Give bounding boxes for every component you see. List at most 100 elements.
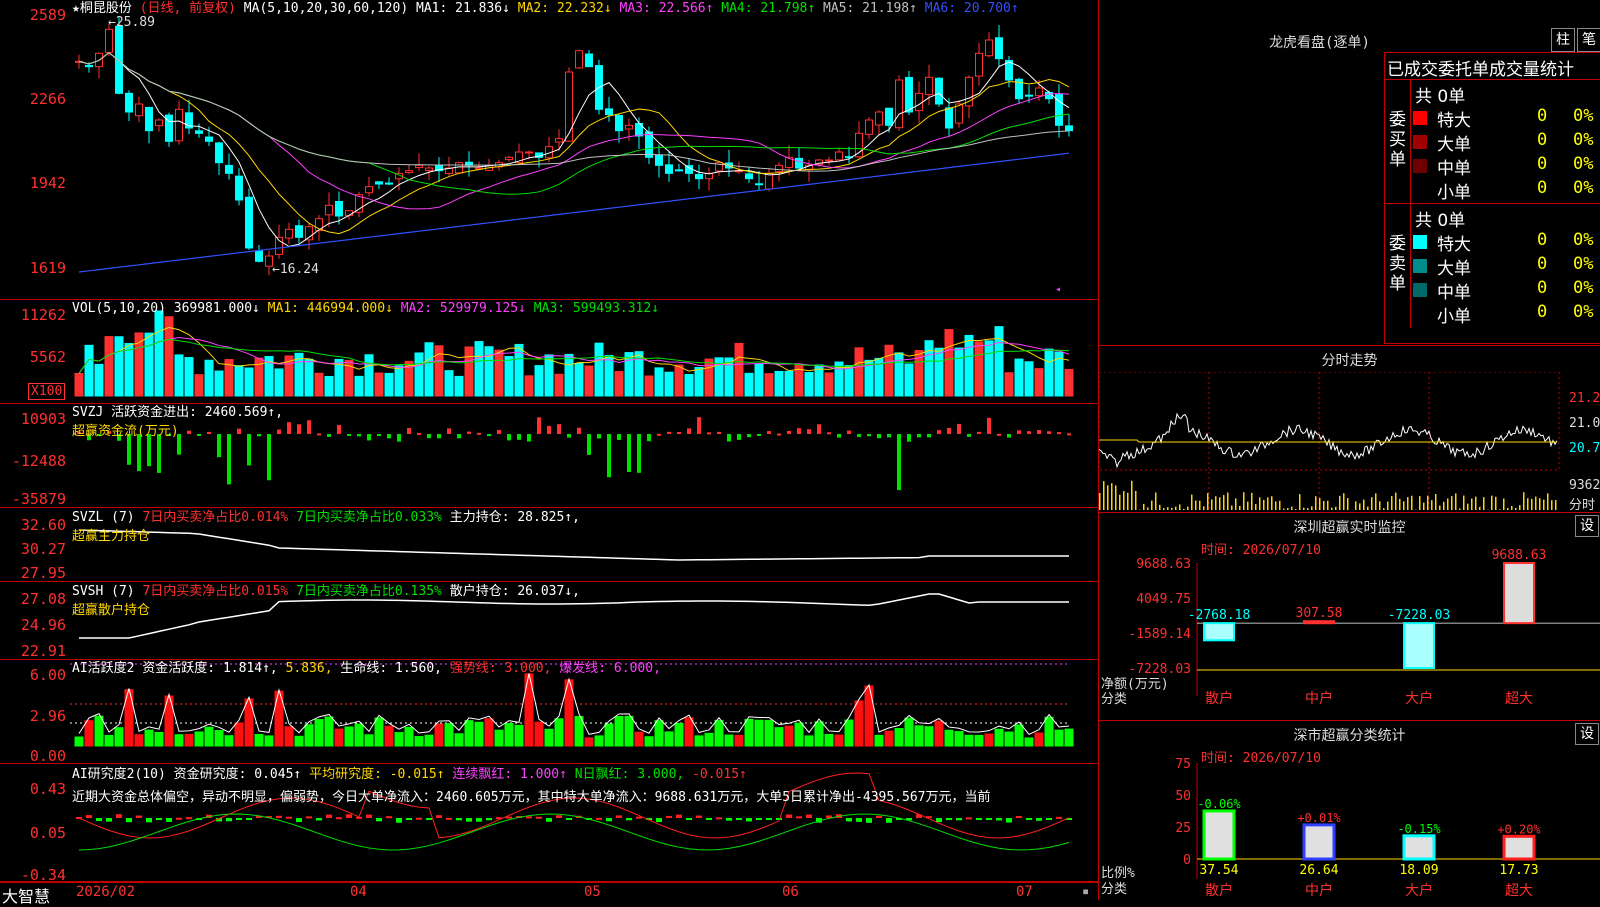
flow-bar xyxy=(547,426,551,434)
ai2-red: 连续飘红: 1.000↑ xyxy=(452,767,567,782)
fs-vol-bar xyxy=(1239,506,1241,510)
svzj-axis-1: 10903 xyxy=(0,412,70,427)
flow-bar xyxy=(287,422,291,434)
activity-bar xyxy=(825,734,833,746)
period-label[interactable]: (日线, 前复权) xyxy=(140,1,236,16)
research-bar xyxy=(756,818,762,820)
fs-vol-bar xyxy=(1471,499,1473,510)
activity-bar xyxy=(965,735,973,746)
monitor-panel[interactable]: 深圳超赢实时监控 设 时间: 2026/07/10 9688.634049.75… xyxy=(1098,512,1600,720)
flow-bar xyxy=(997,434,1001,436)
volume-panel[interactable]: 11262 5562 X100 VOL(5,10,20) 369981.000↓… xyxy=(0,300,1098,404)
volume-bar xyxy=(955,348,963,396)
vol-unit: X100 xyxy=(28,383,65,400)
activity-bar xyxy=(655,721,663,746)
fs-vol-bar xyxy=(1395,493,1397,510)
svzj-panel[interactable]: 10903 -12488 -35879 SVZJ 活跃资金进出: 2460.56… xyxy=(0,404,1098,508)
fenshi-panel[interactable]: 分时走势 21.29 21.02 20.75 9362 分时 xyxy=(1098,345,1600,512)
activity-bar xyxy=(285,727,293,746)
volume-bar xyxy=(845,366,853,396)
candle xyxy=(696,174,703,178)
intraday-chart[interactable] xyxy=(1099,372,1600,512)
ai-activity-panel[interactable]: 6.00 2.96 0.00 AI活跃度2 资金活跃度: 1.814↑, 5.8… xyxy=(0,660,1098,764)
ai-research-panel[interactable]: 0.43 0.05 -0.34 AI研究度2(10) 资金研究度: 0.045↑… xyxy=(0,764,1098,882)
research-bar xyxy=(506,817,512,819)
fs-vol-bar xyxy=(1419,496,1421,510)
monitor-bar xyxy=(1504,563,1534,623)
price-panel[interactable]: ◂ 2589 2266 1942 1619 ★桐昆股份 (日线, 前复权) MA… xyxy=(0,0,1098,300)
flow-bar xyxy=(627,434,631,472)
svsh-panel[interactable]: 27.08 24.96 22.91 SVSH (7) 7日内买卖净占比0.015… xyxy=(0,582,1098,660)
monitor-bar-label: -7228.03 xyxy=(1388,608,1451,623)
activity-bar xyxy=(835,735,843,746)
marker: ◂ xyxy=(1055,284,1061,295)
candle xyxy=(346,211,353,216)
classify-panel[interactable]: 深市超赢分类统计 设 时间: 2026/07/10 7550250-0.06%3… xyxy=(1098,720,1600,900)
flow-bar xyxy=(367,434,371,440)
fs-vol-bar xyxy=(1147,507,1149,510)
sell-row-pct: 0% xyxy=(1573,254,1593,274)
buy-row-pct: 0% xyxy=(1573,178,1593,198)
fs-vol-bar xyxy=(1451,496,1453,510)
activity-bar xyxy=(445,724,453,746)
fs-vol-bar xyxy=(1207,493,1209,510)
activity-bar xyxy=(645,737,653,746)
research-bar xyxy=(526,816,532,818)
volume-bar xyxy=(535,366,543,396)
svzj-axis-2: -12488 xyxy=(0,454,70,469)
candle xyxy=(226,165,233,173)
fenshi-title: 分时走势 xyxy=(1099,350,1600,370)
candle xyxy=(336,201,343,216)
flow-bar xyxy=(537,417,541,434)
activity-bar xyxy=(765,720,773,746)
svzj-axis-3: -35879 xyxy=(0,492,70,507)
flow-bar xyxy=(317,433,321,435)
volume-bar xyxy=(675,365,683,396)
candle xyxy=(416,165,423,167)
stock-name[interactable]: ★桐昆股份 xyxy=(72,1,132,16)
fs-vol-bar xyxy=(1339,496,1341,510)
activity-bar xyxy=(145,730,153,746)
fs-vol-bar xyxy=(1159,505,1161,510)
activity-bar xyxy=(185,734,193,746)
activity-bar xyxy=(575,716,583,746)
candle xyxy=(956,104,963,123)
vol-axis-2: 5562 xyxy=(0,350,70,365)
candle xyxy=(366,187,373,193)
classify-change: +0.01% xyxy=(1297,811,1341,825)
candlestick-chart[interactable]: ◂ xyxy=(70,0,1098,300)
activity-bar xyxy=(545,729,553,746)
volume-bar xyxy=(575,363,583,396)
research-bar xyxy=(736,818,742,820)
volume-bar xyxy=(195,375,203,396)
activity-bar xyxy=(595,736,603,746)
research-bar xyxy=(956,818,962,820)
fs-vol-bar xyxy=(1227,493,1229,510)
activity-bar xyxy=(1015,725,1023,746)
fs-vol-bar xyxy=(1347,498,1349,510)
svzl-panel[interactable]: 32.60 30.27 27.95 SVZL (7) 7日内买卖净占比0.014… xyxy=(0,508,1098,582)
tick-view-button[interactable]: 笔 xyxy=(1577,28,1600,52)
longhu-panel[interactable]: 龙虎看盘(逐单) 柱 笔 已成交委托单成交量统计 委买单 共 0单 特大 0 0… xyxy=(1098,0,1600,345)
svzl-t1: 7日内买卖净占比0.014% xyxy=(142,510,288,525)
classify-chart[interactable]: 7550250-0.06%37.54散户+0.01%26.64中户-0.15%1… xyxy=(1099,721,1600,901)
flow-bar xyxy=(377,434,381,436)
sell-row-value: 0 xyxy=(1537,278,1547,298)
activity-bar xyxy=(625,716,633,746)
lock-icon[interactable]: ▪ xyxy=(1082,884,1089,898)
fs-vol-bar xyxy=(1447,498,1449,510)
monitor-category: 散户 xyxy=(1205,690,1233,707)
activity-bar xyxy=(515,725,523,746)
volume-bar xyxy=(205,360,213,396)
bar-view-button[interactable]: 柱 xyxy=(1551,28,1575,52)
vol-ma1: MA1: 446994.000↓ xyxy=(268,301,393,316)
ma3-value: MA3: 22.566↑ xyxy=(620,1,714,16)
fs-vol-bar xyxy=(1379,501,1381,510)
volume-bar xyxy=(785,371,793,396)
buy-row-name: 中单 xyxy=(1437,154,1471,179)
activity-bar xyxy=(885,731,893,746)
monitor-chart[interactable]: 9688.634049.75-1589.14-7228.03-2768.18散户… xyxy=(1099,513,1600,721)
research-bar xyxy=(156,818,162,820)
fs-vol-bar xyxy=(1475,497,1477,510)
research-bar xyxy=(986,818,992,820)
